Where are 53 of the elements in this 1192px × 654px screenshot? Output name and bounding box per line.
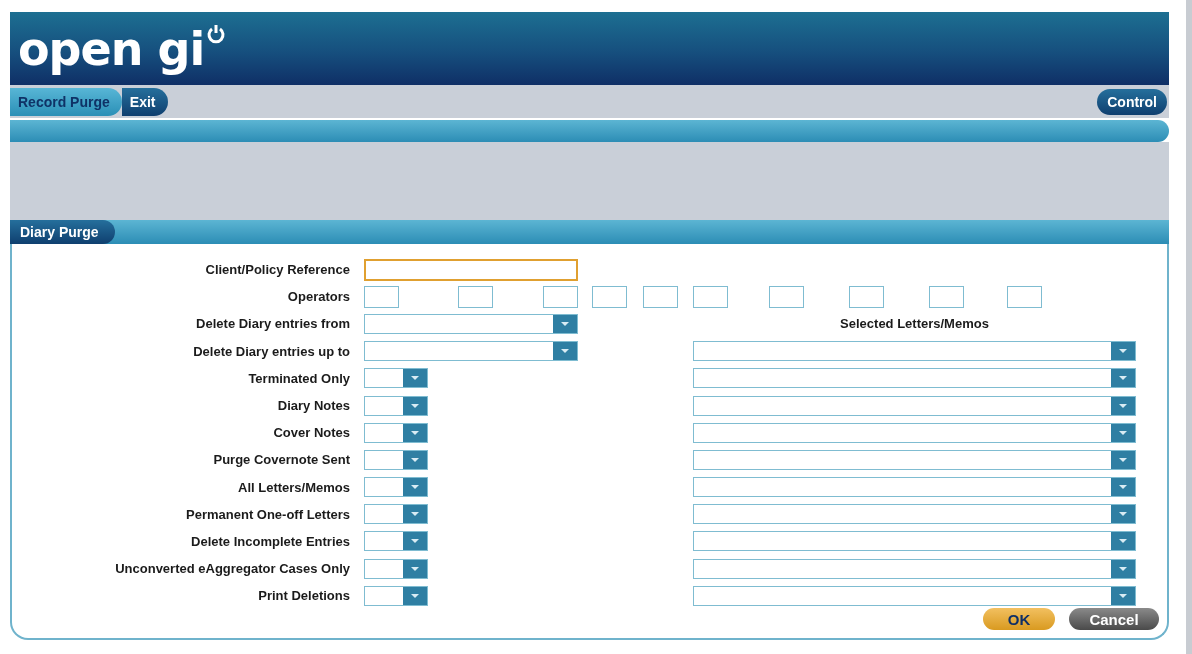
field-label: Delete Diary entries from [195,316,351,332]
dropdown[interactable] [364,504,428,525]
ok-button[interactable]: OK [983,608,1055,630]
dropdown[interactable] [364,477,428,498]
operator-field[interactable] [1007,285,1042,308]
dropdown[interactable] [364,395,428,416]
power-icon [206,23,227,44]
dropdown[interactable] [693,449,1136,470]
field-label: Delete Diary entries up to [192,343,351,359]
field-label: Client/Policy Reference [204,262,351,278]
dropdown[interactable] [364,422,428,443]
field-label: Operators [286,289,351,305]
field-label: Cover Notes [272,425,351,441]
operator-field[interactable] [643,285,678,308]
dropdown[interactable] [364,449,428,470]
operator-field[interactable] [693,285,728,308]
field-label: Terminated Only [247,370,351,386]
dropdown[interactable] [364,558,428,579]
dropdown[interactable] [693,368,1136,389]
nav-tab[interactable]: Exit [121,87,168,116]
dropdown[interactable] [693,531,1136,552]
cancel-button[interactable]: Cancel [1069,608,1159,630]
column-heading: Selected Letters/Memos [839,316,990,332]
operator-field[interactable] [364,285,399,308]
dropdown[interactable] [364,585,428,606]
field-label: Purge Covernote Sent [212,452,351,468]
nav-tab[interactable]: Record Purge [10,87,122,116]
dropdown[interactable] [364,368,428,389]
dropdown[interactable] [364,341,578,362]
dropdown[interactable] [693,341,1136,362]
field-label: Diary Notes [276,398,351,414]
operator-field[interactable] [543,285,578,308]
dropdown[interactable] [693,585,1136,606]
field-label: Permanent One-off Letters [185,506,351,522]
field-label: Unconverted eAggregator Cases Only [114,561,351,577]
dropdown[interactable] [693,422,1136,443]
operator-field[interactable] [458,285,493,308]
operator-field[interactable] [592,285,627,308]
operator-field[interactable] [769,285,804,308]
dropdown[interactable] [693,504,1136,525]
dropdown[interactable] [693,395,1136,416]
field-label: Delete Incomplete Entries [190,533,351,549]
field-label: All Letters/Memos [237,479,351,495]
control-button[interactable]: Control [1097,88,1167,115]
dropdown[interactable] [364,313,578,334]
dropdown[interactable] [364,531,428,552]
dropdown[interactable] [693,558,1136,579]
operator-field[interactable] [929,285,964,308]
operator-field[interactable] [849,285,884,308]
dropdown[interactable] [693,477,1136,498]
field-label: Print Deletions [257,588,351,604]
input-field[interactable] [364,258,578,281]
section-title: Diary Purge [10,220,115,244]
